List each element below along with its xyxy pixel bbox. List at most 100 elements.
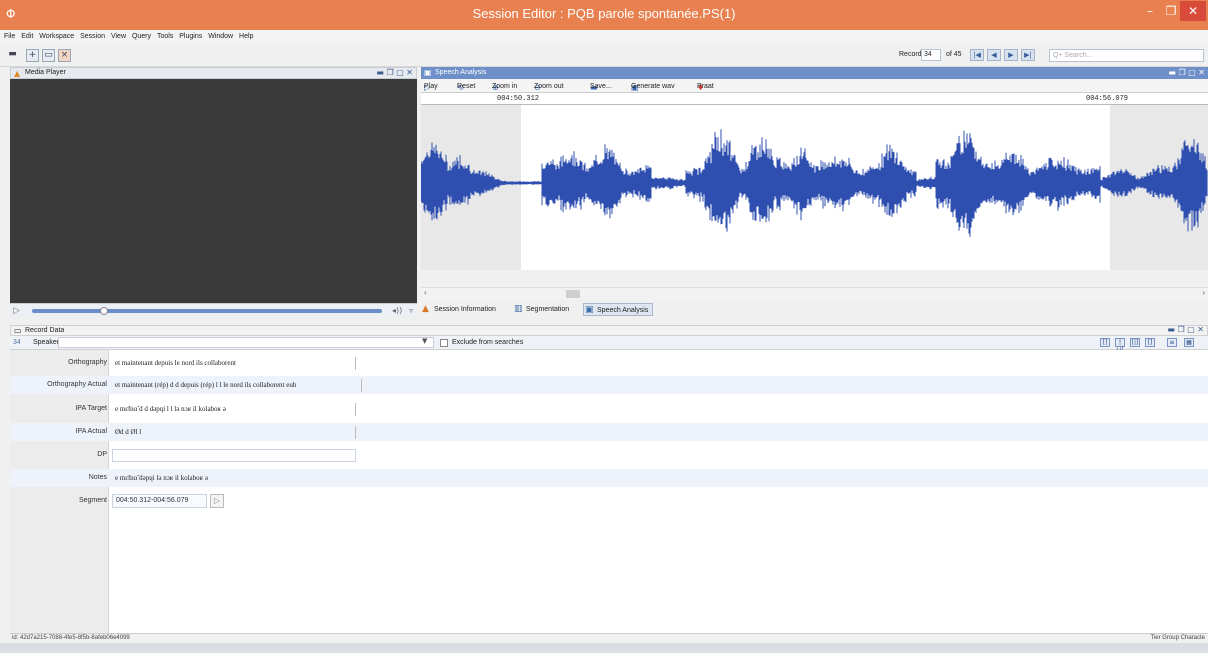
tier-view-button-2[interactable]: |⊔| — [1115, 338, 1125, 353]
scroll-thumb[interactable] — [566, 290, 580, 298]
menu-session[interactable]: Session — [80, 30, 105, 43]
title-bar: Φ Session Editor : PQB parole spontanée.… — [0, 0, 1208, 30]
tab-speech-analysis[interactable]: ▣ Speech Analysis — [583, 303, 654, 316]
main-toolbar: ▬ + ▭ × Record 34 of 45 |◀ ◀ ▶ ▶| Q+ Sea… — [0, 43, 1208, 67]
exclude-label: Exclude from searches — [452, 339, 524, 346]
menu-edit[interactable]: Edit — [21, 30, 33, 43]
media-player-icon: ▲ — [14, 69, 21, 78]
record-search-field[interactable]: Q+ Search... — [1049, 49, 1204, 62]
delete-record-icon[interactable]: × — [58, 49, 71, 62]
generate-wav-label: Generate wav — [631, 83, 675, 90]
menu-query[interactable]: Query — [132, 30, 151, 43]
chevron-down-icon[interactable]: ▼ — [422, 337, 427, 345]
tier-view-button-1[interactable]: [] — [1100, 338, 1110, 347]
panel-window-controls-icon[interactable]: ▬ ❐ ▢ ✕ — [1168, 67, 1205, 79]
record-data-icon: ▭ — [14, 326, 22, 335]
speech-analysis-toolbar: ▷ Play ⟲ Reset ⊕ Zoom in ⊖ Zoom out ▬ Sa… — [421, 79, 1208, 93]
status-bar: id: 42d7a215-7088-4fe5-8f5b-8afeb06e4099… — [10, 633, 1208, 643]
record-data-header: ▭ Record Data ▬ ❐ ▢ ✕ — [10, 325, 1208, 336]
play-label: Play — [424, 83, 438, 90]
video-display — [10, 79, 417, 303]
menu-workspace[interactable]: Workspace — [39, 30, 74, 43]
menu-file[interactable]: File — [4, 30, 15, 43]
tier-row-orthography-actual: Orthography Actual et maintenant (rép) d… — [10, 376, 1208, 394]
record-number-field[interactable]: 34 — [921, 49, 941, 61]
record-count: of 45 — [946, 51, 962, 58]
speaker-label: Speaker: — [33, 339, 62, 346]
panel-window-controls-icon[interactable]: ▬ ❐ ▢ ✕ — [1167, 325, 1204, 334]
save-icon[interactable]: ▬ — [6, 49, 19, 62]
add-record-icon[interactable]: + — [26, 49, 39, 62]
tier-label: Orthography Actual — [47, 381, 107, 388]
tab-segmentation[interactable]: ▥ Segmentation — [513, 303, 573, 316]
list-view-button[interactable]: ≡ — [1167, 338, 1177, 347]
menu-bar: File Edit Workspace Session View Query T… — [0, 30, 1208, 43]
tier-label: Segment — [78, 497, 107, 504]
menu-window[interactable]: Window — [208, 30, 233, 43]
grid-view-button[interactable]: ▦ — [1184, 338, 1194, 347]
segment-end-time: 004:56.079 — [1086, 95, 1129, 103]
reset-label: Reset — [457, 83, 476, 90]
menu-plugins[interactable]: Plugins — [179, 30, 202, 43]
media-play-icon[interactable]: ▷ — [13, 306, 20, 316]
window-title: Session Editor : PQB parole spontanée.PS… — [472, 6, 736, 21]
waveform-graphic — [421, 105, 1208, 270]
media-menu-icon[interactable]: ▿ — [409, 306, 413, 315]
tier-view-button-4[interactable]: [] — [1145, 338, 1155, 347]
zoom-in-label: Zoom in — [492, 83, 518, 90]
tier-row-ipa-actual: IPA Actual Ød d Øl l — [10, 423, 1208, 441]
praat-label: Praat — [697, 83, 714, 90]
orthography-actual-field[interactable]: et maintenant (rép) d d depuis (rép) l l… — [112, 379, 362, 392]
speech-analysis-icon: ▣ — [424, 68, 432, 77]
close-button[interactable]: ✕ — [1180, 1, 1206, 21]
record-uuid: id: 42d7a215-7088-4fe5-8f5b-8afeb06e4099 — [12, 635, 130, 641]
dp-field[interactable] — [112, 449, 356, 462]
waveform-scrollbar[interactable]: ‹ › — [421, 287, 1208, 299]
segment-field[interactable]: 004:50.312-004:56.079 — [112, 494, 207, 508]
media-controls: ▷ ◂)) ▿ — [10, 303, 417, 317]
tier-row-segment: Segment 004:50.312-004:56.079 ▷ — [10, 492, 1208, 510]
tab-label: Speech Analysis — [597, 307, 649, 314]
last-record-button[interactable]: ▶| — [1021, 49, 1035, 61]
tab-label: Segmentation — [526, 306, 570, 313]
record-number: 34 — [13, 339, 21, 346]
duplicate-record-icon[interactable]: ▭ — [42, 49, 55, 62]
tab-label: Session Information — [434, 306, 496, 313]
tier-label: DP — [97, 451, 107, 458]
tier-row-ipa-target: IPA Target e mɛ̃tnɑ̃ d d dəpɥi l l lə nɔ… — [10, 400, 1208, 418]
exclude-checkbox[interactable] — [440, 339, 448, 347]
tier-label: IPA Actual — [75, 428, 107, 435]
next-record-button[interactable]: ▶ — [1004, 49, 1018, 61]
segment-play-icon[interactable]: ▷ — [210, 494, 224, 508]
notes-field[interactable]: e mɛ̃tnɑ̃ dəpɥi lə nɔʁ il kolaboʁ ə — [112, 472, 356, 485]
waveform-view[interactable] — [421, 105, 1208, 270]
first-record-button[interactable]: |◀ — [970, 49, 984, 61]
previous-record-button[interactable]: ◀ — [987, 49, 1001, 61]
seek-knob[interactable] — [100, 307, 108, 315]
media-player-title: Media Player — [25, 69, 66, 76]
orthography-field[interactable]: et maintenant depuis le nord ils collabo… — [112, 357, 356, 370]
scroll-right-icon[interactable]: › — [1202, 288, 1205, 297]
session-info-icon: ▲ — [422, 304, 429, 314]
tier-label: Orthography — [68, 359, 107, 366]
tier-row-orthography: Orthography et maintenant depuis le nord… — [10, 354, 1208, 372]
segmentation-icon: ▥ — [514, 304, 523, 314]
panel-window-controls-icon[interactable]: ▬ ❐ ▢ ✕ — [376, 68, 413, 78]
tier-view-button-3[interactable]: [|] — [1130, 338, 1140, 347]
menu-help[interactable]: Help — [239, 30, 253, 43]
speech-analysis-header: ▣ Speech Analysis ▬ ❐ ▢ ✕ — [421, 67, 1208, 79]
media-seek-slider[interactable] — [32, 309, 382, 313]
waveform-path — [421, 129, 1208, 237]
speaker-select[interactable] — [58, 337, 434, 348]
scroll-left-icon[interactable]: ‹ — [424, 288, 427, 297]
ipa-target-field[interactable]: e mɛ̃tnɑ̃ d d dəpɥi l l lə nɔʁ il kolabo… — [112, 403, 356, 416]
ipa-actual-field[interactable]: Ød d Øl l — [112, 426, 356, 439]
record-data-title: Record Data — [25, 327, 65, 334]
menu-tools[interactable]: Tools — [157, 30, 173, 43]
bottom-tabs: ▲ Session Information ▥ Segmentation ▣ Spee… — [421, 302, 1208, 317]
menu-view[interactable]: View — [111, 30, 126, 43]
tab-session-information[interactable]: ▲ Session Information — [421, 303, 500, 316]
tier-row-dp: DP — [10, 446, 1208, 464]
volume-icon[interactable]: ◂)) — [392, 306, 402, 315]
status-right: Tier Group Characte — [1150, 635, 1205, 641]
